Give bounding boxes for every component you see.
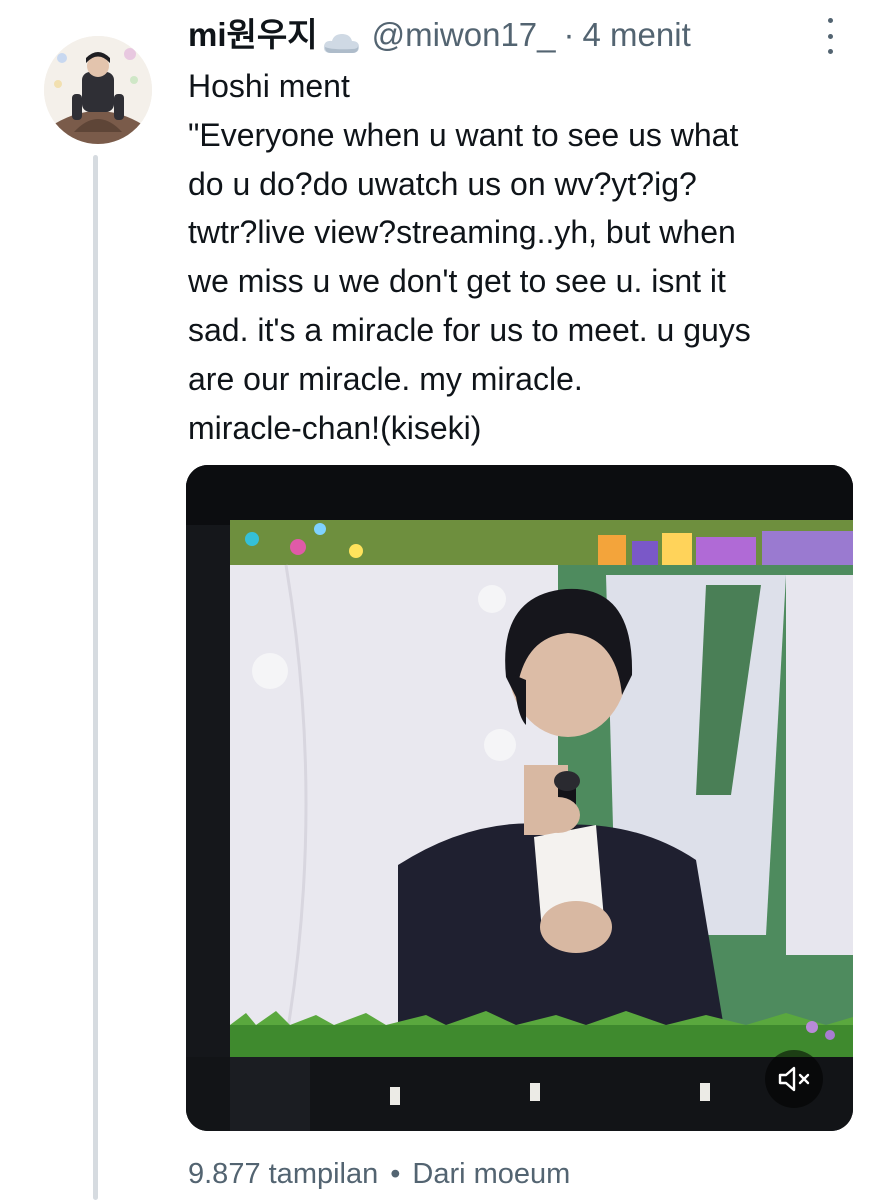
tweet-header: mi원우지 @miwon17_ · 4 menit — [188, 14, 808, 56]
tweet-text-line: do u do?do uwatch us on wv?yt?ig? — [188, 165, 697, 202]
more-options-icon[interactable] — [820, 18, 840, 54]
video-frame — [186, 465, 853, 1131]
tweet-text-line: "Everyone when u want to see us what — [188, 116, 739, 153]
cloud-icon — [322, 23, 360, 53]
tweet-text-line: miracle-chan!(kiseki) — [188, 409, 482, 446]
tweet-text-line: we miss u we don't get to see u. isnt it — [188, 263, 726, 300]
tweet-footer: 9.877 tampilan • Dari moeum — [188, 1153, 570, 1195]
thread-line — [93, 155, 98, 1200]
tweet-source[interactable]: Dari moeum — [412, 1158, 570, 1191]
speaker-muted-icon[interactable] — [765, 1050, 823, 1108]
tweet-text-line: twtr?live view?streaming..yh, but when — [188, 214, 736, 251]
footer-separator: • — [390, 1157, 401, 1190]
display-name[interactable]: mi원우지 — [188, 14, 318, 56]
avatar[interactable] — [44, 36, 152, 144]
tweet-text-line: Hoshi ment — [188, 68, 350, 104]
tweet-text: Hoshi ment "Everyone when u want to see … — [188, 62, 848, 452]
header-separator: · — [563, 16, 575, 53]
tweet-text-line: sad. it's a miracle for us to meet. u gu… — [188, 311, 751, 348]
video-player[interactable] — [186, 465, 853, 1131]
tweet-text-line: are our miracle. my miracle. — [188, 360, 583, 397]
timestamp[interactable]: 4 menit — [583, 14, 691, 56]
handle[interactable]: @miwon17_ — [372, 14, 556, 56]
view-count[interactable]: 9.877 tampilan — [188, 1158, 378, 1191]
